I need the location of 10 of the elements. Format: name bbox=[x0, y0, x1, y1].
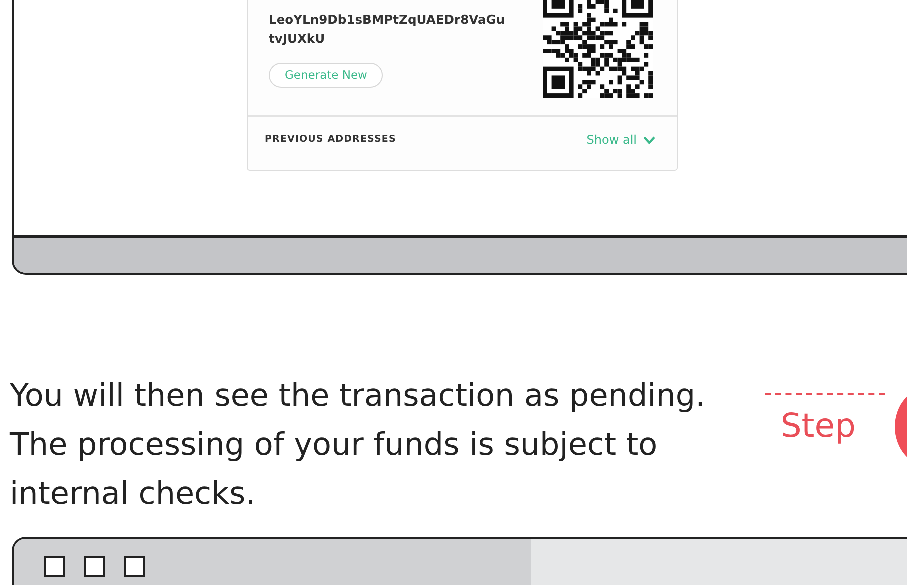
chevron-down-icon bbox=[643, 136, 656, 144]
wallet-address: LeoYLn9Db1sBMPtZqUAEDr8VaGutvJUXkU bbox=[269, 12, 506, 48]
step-label: Step bbox=[780, 405, 856, 447]
section-heading: PREVIOUS ADDRESSES bbox=[265, 132, 396, 147]
window-control-icon[interactable] bbox=[124, 556, 145, 577]
window-control-icon[interactable] bbox=[44, 556, 65, 577]
instruction-text: You will then see the transaction as pending. The processing of your funds is subject to internal checks. bbox=[10, 377, 706, 514]
generate-new-button[interactable]: Generate New bbox=[269, 63, 384, 88]
window-control-icon[interactable] bbox=[84, 556, 105, 577]
show-all-link[interactable]: Show all bbox=[586, 131, 656, 149]
